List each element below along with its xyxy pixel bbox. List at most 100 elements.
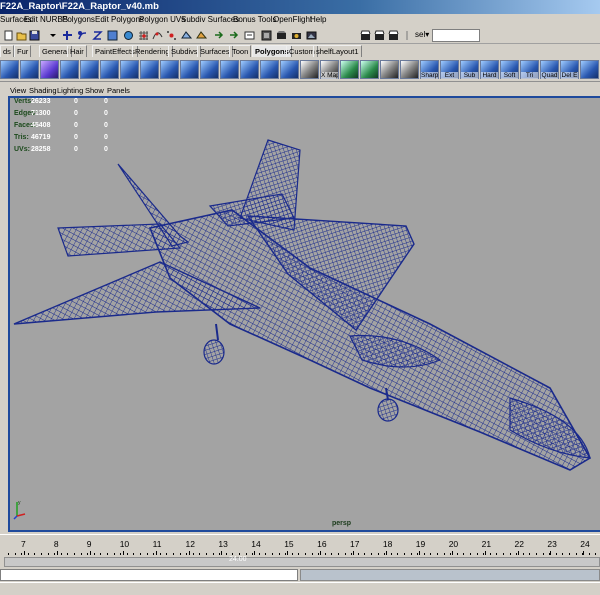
highlight-selection-icon[interactable] xyxy=(123,30,134,41)
tab-painteffects[interactable]: PaintEffects xyxy=(92,45,138,57)
hypershade-icon[interactable] xyxy=(388,30,399,41)
menu-edit-polygons[interactable]: Edit Polygons xyxy=(95,15,144,24)
command-input[interactable] xyxy=(0,569,298,581)
delete-edge-icon[interactable]: Del E xyxy=(560,60,579,79)
poly-sub-icon[interactable]: Sub xyxy=(460,60,479,79)
poly-quad-icon[interactable]: Quad xyxy=(540,60,559,79)
time-minor-tick xyxy=(536,553,537,555)
poly-tri-icon[interactable]: Tri xyxy=(520,60,539,79)
panel-menu-panels[interactable]: Panels xyxy=(107,86,130,95)
left-landing-strut xyxy=(215,323,219,341)
poly-merge-icon[interactable] xyxy=(100,60,119,79)
selection-mode-label[interactable]: sel▾ xyxy=(415,30,429,39)
poly-tool-icon[interactable] xyxy=(0,60,19,79)
time-minor-tick xyxy=(166,553,167,555)
range-slider: 24.00 xyxy=(0,556,600,568)
panel-menu-show[interactable]: Show xyxy=(85,86,104,95)
poly-smooth-icon[interactable] xyxy=(160,60,179,79)
select-by-object-icon[interactable] xyxy=(77,30,88,41)
make-live-icon[interactable] xyxy=(196,30,207,41)
tab-toon[interactable]: Toon xyxy=(229,45,252,57)
panel-menu-shading[interactable]: Shading xyxy=(29,86,57,95)
menu-polygons[interactable]: Polygons xyxy=(62,15,95,24)
poly-append-icon[interactable] xyxy=(120,60,139,79)
lock-selection-icon[interactable] xyxy=(107,30,118,41)
tab-subdivs[interactable]: Subdivs xyxy=(168,45,201,57)
menu-polygon-uvs[interactable]: Polygon UVs xyxy=(139,15,185,24)
poly-mirror-icon[interactable] xyxy=(220,60,239,79)
construction-history-icon[interactable] xyxy=(261,30,272,41)
menu-bonus-tools[interactable]: Bonus Tools xyxy=(233,15,276,24)
range-slider-bar[interactable] xyxy=(4,557,600,567)
poly-ext-icon[interactable]: Ext xyxy=(440,60,459,79)
poly-bevel-icon[interactable] xyxy=(140,60,159,79)
tab-shelflayout1[interactable]: shelfLayout1 xyxy=(313,45,362,57)
panel-menu-view[interactable]: View xyxy=(10,86,26,95)
poly-sharpen-icon[interactable]: Sharpen xyxy=(420,60,439,79)
tab-surfaces[interactable]: Surfaces xyxy=(197,45,233,57)
new-scene-icon[interactable] xyxy=(3,30,14,41)
select-by-component-icon[interactable] xyxy=(92,30,103,41)
history-icon[interactable] xyxy=(244,30,255,41)
output-ops-icon[interactable] xyxy=(229,30,240,41)
snap-to-point-icon[interactable] xyxy=(166,30,177,41)
render-icon[interactable] xyxy=(276,30,287,41)
tab-ds[interactable]: ds xyxy=(0,45,14,57)
time-tick-mark xyxy=(385,551,387,555)
poly-normal-icon[interactable] xyxy=(280,60,299,79)
open-scene-icon[interactable] xyxy=(16,30,27,41)
time-tick-mark xyxy=(24,551,25,555)
menu-subdiv-surfaces[interactable]: Subdiv Surfaces xyxy=(181,15,239,24)
time-tick-label: 8 xyxy=(53,539,59,549)
clapboard-icon[interactable] xyxy=(360,30,371,41)
checker-icon[interactable] xyxy=(380,60,399,79)
input-ops-icon[interactable] xyxy=(214,30,225,41)
panel-menu-lighting[interactable]: Lighting xyxy=(57,86,83,95)
checker-grid-icon[interactable] xyxy=(400,60,419,79)
select-by-hierarchy-icon[interactable] xyxy=(62,30,73,41)
quick-selection-field[interactable] xyxy=(432,29,480,42)
delete-vertex-icon[interactable] xyxy=(580,60,599,79)
time-minor-tick xyxy=(529,553,530,555)
time-minor-tick xyxy=(364,553,365,555)
snap-to-view-plane-icon[interactable] xyxy=(181,30,192,41)
poly-extrude-icon[interactable] xyxy=(60,60,79,79)
render-view-icon[interactable] xyxy=(374,30,385,41)
poly-plane-icon[interactable] xyxy=(40,60,59,79)
command-output xyxy=(300,569,600,581)
time-tick-mark xyxy=(155,551,157,555)
perspective-viewport[interactable] xyxy=(8,96,600,532)
uv-planar-icon[interactable] xyxy=(360,60,379,79)
snap-to-curve-icon[interactable] xyxy=(152,30,163,41)
poly-soft-icon[interactable]: Soft xyxy=(500,60,519,79)
uv-map-icon[interactable] xyxy=(340,60,359,79)
help-line xyxy=(0,582,600,595)
poly-separate-icon[interactable] xyxy=(200,60,219,79)
poly-split-icon[interactable] xyxy=(80,60,99,79)
ipr-render-icon[interactable] xyxy=(291,30,302,41)
save-scene-icon[interactable] xyxy=(29,30,40,41)
poly-duplicate-icon[interactable] xyxy=(260,60,279,79)
tab-hair[interactable]: Hair xyxy=(67,45,87,57)
time-tick-mark xyxy=(89,551,91,555)
time-minor-tick xyxy=(252,553,253,555)
f22-raptor-wireframe-model[interactable] xyxy=(10,98,600,530)
status-line: sel▾ xyxy=(0,27,600,44)
x-map-icon[interactable]: X Map xyxy=(320,60,339,79)
time-tick-label: 11 xyxy=(152,539,162,549)
time-tick-label: 20 xyxy=(448,539,459,549)
poly-cube-icon[interactable] xyxy=(20,60,39,79)
time-tick-mark xyxy=(583,551,585,555)
snap-to-grid-icon[interactable] xyxy=(138,30,149,41)
poly-hard-icon[interactable]: Hard xyxy=(480,60,499,79)
tab-fur[interactable]: Fur xyxy=(14,45,32,57)
time-slider[interactable]: 7 8 9 10 11 12 13 14 15 16 17 18 19 20 21 22 23 24 xyxy=(0,534,600,556)
menu-openflight[interactable]: OpenFlight xyxy=(273,15,312,24)
menu-help[interactable]: Help xyxy=(310,15,326,24)
tab-rendering[interactable]: Rendering xyxy=(132,45,173,57)
dropdown-arrow-icon[interactable] xyxy=(48,30,59,41)
poly-combine-icon[interactable] xyxy=(180,60,199,79)
render-globals-icon[interactable] xyxy=(306,30,317,41)
poly-wedge-icon[interactable] xyxy=(240,60,259,79)
poly-cut-icon[interactable] xyxy=(300,60,319,79)
